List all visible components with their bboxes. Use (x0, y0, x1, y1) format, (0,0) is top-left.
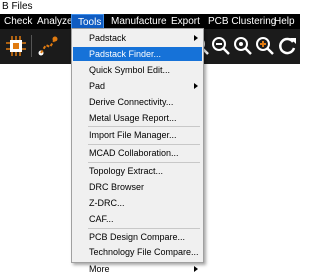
zoom-out-icon[interactable] (209, 34, 233, 58)
submenu-arrow-icon (194, 35, 198, 41)
connect-icon[interactable] (36, 34, 60, 58)
menu-item-mcad-collaboration[interactable]: MCAD Collaboration... (73, 146, 202, 160)
menu-item-label: Padstack (89, 33, 127, 43)
menu-item-padstack[interactable]: Padstack (73, 31, 202, 45)
menu-item-label: Quick Symbol Edit... (89, 65, 171, 75)
menu-item-label: Topology Extract... (89, 166, 164, 176)
menu-item-quick-symbol-edit[interactable]: Quick Symbol Edit... (73, 63, 202, 77)
menu-item-metal-usage-report[interactable]: Metal Usage Report... (73, 111, 202, 125)
submenu-arrow-icon (194, 266, 198, 272)
menu-help[interactable]: Help (274, 14, 295, 29)
menu-analyze[interactable]: Analyze (37, 14, 73, 29)
submenu-arrow-icon (194, 83, 198, 89)
menu-tools[interactable]: Tools (71, 14, 104, 29)
menu-item-z-drc[interactable]: Z-DRC... (73, 196, 202, 210)
menu-item-label: CAF... (89, 214, 114, 224)
menu-item-padstack-finder[interactable]: Padstack Finder... (73, 47, 202, 61)
menu-item-label: Import File Manager... (89, 130, 177, 140)
menu-item-label: Metal Usage Report... (89, 113, 177, 123)
menu-item-import-file-manager[interactable]: Import File Manager... (73, 128, 202, 142)
menu-item-label: Technology File Compare... (89, 247, 199, 257)
menu-item-pcb-design-compare[interactable]: PCB Design Compare... (73, 230, 202, 244)
toolbar-separator (31, 35, 32, 57)
menu-item-label: Derive Connectivity... (89, 97, 174, 107)
zoom-previous-icon[interactable] (231, 34, 255, 58)
menu-item-label: MCAD Collaboration... (89, 148, 179, 158)
menu-item-more[interactable]: More (73, 262, 202, 276)
menu-item-label: PCB Design Compare... (89, 232, 186, 242)
tools-dropdown-menu: Padstack Padstack Finder... Quick Symbol… (71, 28, 204, 274)
menu-item-topology-extract[interactable]: Topology Extract... (73, 164, 202, 178)
menu-item-label: Padstack Finder... (89, 49, 162, 59)
zoom-in-icon[interactable] (253, 34, 277, 58)
menu-item-drc-browser[interactable]: DRC Browser (73, 180, 202, 194)
menu-item-label: DRC Browser (89, 182, 145, 192)
menu-bar: Check Analyze Tools Manufacture Export P… (0, 14, 300, 29)
menu-separator (88, 228, 200, 229)
menu-item-label: More (89, 264, 110, 274)
window-title: B Files (0, 0, 300, 14)
menu-item-derive-connectivity[interactable]: Derive Connectivity... (73, 95, 202, 109)
menu-check[interactable]: Check (4, 14, 32, 29)
menu-item-label: Pad (89, 81, 106, 91)
menu-separator (88, 144, 200, 145)
menu-manufacture[interactable]: Manufacture (111, 14, 167, 29)
menu-item-technology-file-compare[interactable]: Technology File Compare... (73, 245, 202, 259)
menu-item-pad[interactable]: Pad (73, 79, 202, 93)
menu-pcb-clustering[interactable]: PCB Clustering (208, 14, 276, 29)
menu-export[interactable]: Export (171, 14, 200, 29)
menu-separator (88, 162, 200, 163)
menu-item-caf[interactable]: CAF... (73, 212, 202, 226)
menu-separator (88, 126, 200, 127)
menu-item-label: Z-DRC... (89, 198, 125, 208)
redraw-icon[interactable] (275, 34, 299, 58)
chip-icon[interactable] (4, 34, 28, 58)
